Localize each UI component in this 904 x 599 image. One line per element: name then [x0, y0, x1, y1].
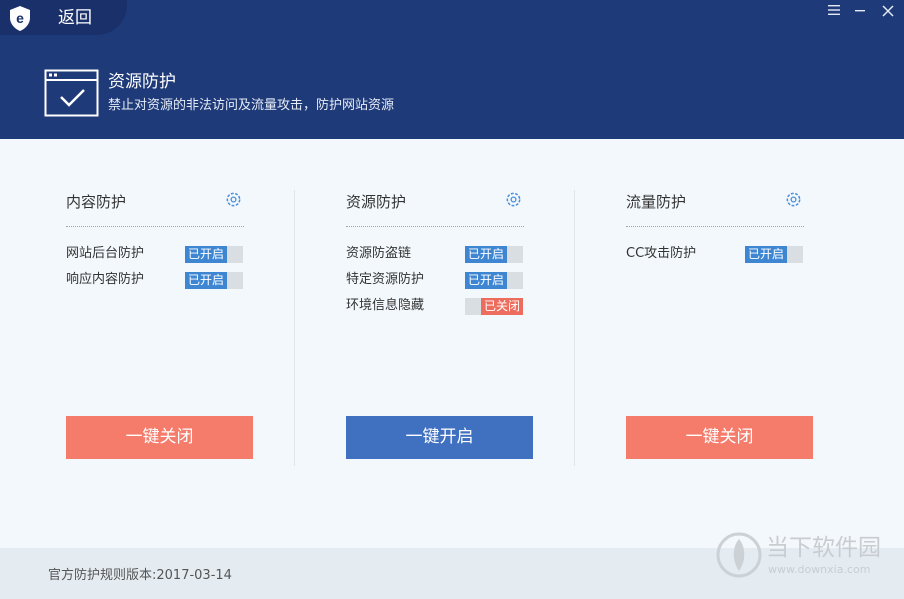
item-label: 网站后台防护 [66, 246, 145, 261]
list-item: 资源防盗链 已开启 [346, 244, 524, 264]
watermark-logo-icon [716, 532, 762, 578]
traffic-protection-panel: 流量防护 CC攻击防护 已开启 一键关闭 [626, 190, 816, 470]
list-item: 环境信息隐藏 已关闭 [346, 296, 524, 316]
disable-all-button[interactable]: 一键关闭 [66, 416, 253, 459]
browser-check-icon [44, 69, 99, 117]
status-badge: 已开启 [185, 272, 228, 289]
item-label: 资源防盗链 [346, 246, 412, 261]
list-item: CC攻击防护 已开启 [626, 244, 804, 264]
panel-title: 流量防护 [626, 193, 687, 211]
status-toggle[interactable]: 已关闭 [465, 298, 523, 315]
watermark-title: 当下软件园 [766, 535, 881, 561]
panel-title: 内容防护 [66, 193, 127, 211]
content-protection-panel: 内容防护 网站后台防护 已开启 响应内容防护 已开启 一键关闭 [66, 190, 256, 470]
status-toggle[interactable]: 已开启 [745, 246, 803, 263]
close-icon[interactable] [880, 4, 896, 20]
column-separator [574, 190, 575, 466]
divider [626, 226, 804, 227]
list-item: 特定资源防护 已开启 [346, 270, 524, 290]
settings-gear-icon[interactable] [224, 190, 243, 209]
status-badge: 已开启 [185, 246, 228, 263]
app-shield-logo-icon: e [10, 6, 30, 31]
status-badge: 已开启 [745, 246, 788, 263]
status-toggle[interactable]: 已开启 [185, 246, 243, 263]
back-button[interactable]: e 返回 [0, 0, 127, 35]
item-label: 响应内容防护 [66, 272, 145, 287]
list-item: 网站后台防护 已开启 [66, 244, 244, 264]
list-item: 响应内容防护 已开启 [66, 270, 244, 290]
divider [346, 226, 524, 227]
status-badge: 已开启 [465, 246, 508, 263]
back-label: 返回 [58, 8, 92, 28]
status-toggle[interactable]: 已开启 [465, 246, 523, 263]
status-toggle[interactable]: 已开启 [185, 272, 243, 289]
disable-all-button[interactable]: 一键关闭 [626, 416, 813, 459]
feature-description: 禁止对资源的非法访问及流量攻击，防护网站资源 [108, 98, 395, 113]
watermark-url: www.downxia.com [768, 563, 871, 576]
panel-title: 资源防护 [346, 193, 407, 211]
header-bar: e 返回 资源防护 禁止对资源的非法访问及流量攻击，防护网站资源 [0, 0, 904, 139]
rules-version-text: 官方防护规则版本:2017-03-14 [48, 568, 232, 583]
svg-text:e: e [16, 10, 24, 26]
status-toggle[interactable]: 已开启 [465, 272, 523, 289]
enable-all-button[interactable]: 一键开启 [346, 416, 533, 459]
status-badge: 已关闭 [480, 298, 523, 315]
resource-protection-panel: 资源防护 资源防盗链 已开启 特定资源防护 已开启 环境信息隐藏 已关闭 一键开… [346, 190, 536, 470]
settings-gear-icon[interactable] [784, 190, 803, 209]
minimize-icon[interactable] [852, 4, 868, 20]
item-label: 特定资源防护 [346, 272, 425, 287]
status-badge: 已开启 [465, 272, 508, 289]
divider [66, 226, 244, 227]
column-separator [294, 190, 295, 466]
menu-icon[interactable] [826, 4, 842, 20]
settings-gear-icon[interactable] [504, 190, 523, 209]
item-label: 环境信息隐藏 [346, 298, 425, 313]
item-label: CC攻击防护 [626, 246, 697, 261]
feature-title: 资源防护 [108, 72, 176, 92]
